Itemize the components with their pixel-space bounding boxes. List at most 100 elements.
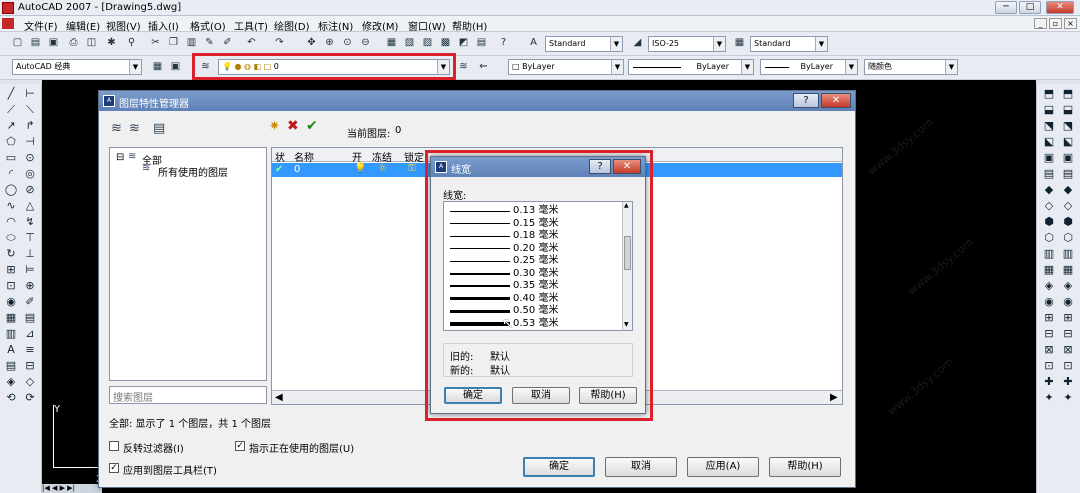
menu-file[interactable]: 文件(F) (24, 18, 58, 33)
scroll-thumb[interactable] (624, 236, 631, 270)
right-tool-2-19-icon[interactable]: ✚ (1060, 374, 1076, 390)
right-tool-1-4-icon[interactable]: ⬕ (1041, 134, 1057, 150)
lw-help-button[interactable]: 帮助(H) (579, 387, 637, 404)
sun-icon[interactable]: ☼ (378, 163, 387, 174)
arc-icon[interactable]: ◜ (3, 166, 19, 182)
delete-layer-icon[interactable]: ✖ (287, 118, 299, 134)
right-tool-1-3-icon[interactable]: ⬔ (1041, 118, 1057, 134)
modify-tool-20-icon[interactable]: ⟳ (22, 390, 38, 406)
right-tool-2-15-icon[interactable]: ⊞ (1060, 310, 1076, 326)
modify-tool-6-icon[interactable]: ◎ (22, 166, 38, 182)
table-style-combo[interactable]: Standard ▼ (750, 36, 828, 52)
layer-combo[interactable]: 💡 ● ◍ ◧ □ 0 ▼ (218, 59, 450, 75)
tool-palettes-icon[interactable]: ▨ (420, 35, 435, 50)
right-tool-2-16-icon[interactable]: ⊟ (1060, 326, 1076, 342)
hatch-icon[interactable]: ▦ (3, 310, 19, 326)
col-status[interactable]: 状 (275, 149, 285, 164)
lw-help-title-button[interactable]: ? (589, 159, 611, 174)
undo-icon[interactable]: ↶ (244, 35, 259, 50)
apply-toolbar-checkbox[interactable]: ✓ (109, 463, 119, 473)
color-combo[interactable]: □ ByLayer ▼ (508, 59, 624, 75)
help-icon[interactable]: ? (496, 35, 511, 50)
right-tool-1-13-icon[interactable]: ◈ (1041, 278, 1057, 294)
right-tool-2-12-icon[interactable]: ▦ (1060, 262, 1076, 278)
construction-line-icon[interactable]: ⟋ (3, 102, 19, 118)
copy-icon[interactable]: ❐ (166, 35, 181, 50)
calculator-icon[interactable]: ▤ (474, 35, 489, 50)
workspace-settings-icon[interactable]: ▦ (150, 59, 165, 74)
table-icon[interactable]: ▤ (3, 358, 19, 374)
right-tool-1-18-icon[interactable]: ⊡ (1041, 358, 1057, 374)
lineweight-item[interactable]: 0.40 毫米 (447, 293, 623, 306)
zoom-previous-icon[interactable]: ⊖ (358, 35, 373, 50)
right-tool-2-17-icon[interactable]: ⊠ (1060, 342, 1076, 358)
tree-used-layers[interactable]: 所有使用的图层 (158, 164, 228, 179)
help-title-button[interactable]: ? (793, 93, 819, 108)
pan-icon[interactable]: ✥ (304, 35, 319, 50)
lineweight-list-scrollbar[interactable]: ▲ ▼ (622, 202, 632, 330)
rectangle-icon[interactable]: ▭ (3, 150, 19, 166)
lineweight-item[interactable]: 0.35 毫米 (447, 280, 623, 293)
menu-format[interactable]: 格式(O) (190, 18, 226, 33)
lw-close-title-button[interactable]: ✕ (613, 159, 641, 174)
right-tool-2-11-icon[interactable]: ▥ (1060, 246, 1076, 262)
menu-dimension[interactable]: 标注(N) (318, 18, 353, 33)
menu-insert[interactable]: 插入(I) (148, 18, 179, 33)
ellipse-arc-icon[interactable]: ↻ (3, 246, 19, 262)
new-icon[interactable]: ▢ (10, 35, 25, 50)
layer-states-icon[interactable]: ▤ (153, 121, 165, 136)
lineweight-item[interactable]: 0.13 毫米 (447, 205, 623, 218)
properties-icon[interactable]: ▦ (384, 35, 399, 50)
right-tool-1-19-icon[interactable]: ✚ (1041, 374, 1057, 390)
layer-manager-title-bar[interactable]: A 图层特性管理器 ? ✕ (99, 91, 855, 111)
point-icon[interactable]: ◉ (3, 294, 19, 310)
menu-modify[interactable]: 修改(M) (362, 18, 398, 33)
lightbulb-icon[interactable]: 💡 (354, 163, 366, 174)
mdi-restore-button[interactable]: ▫ (1049, 18, 1062, 29)
col-lock[interactable]: 锁定 (404, 149, 424, 164)
modify-tool-2-icon[interactable]: ⟍ (22, 102, 38, 118)
line-icon[interactable]: ╱ (3, 86, 19, 102)
right-tool-1-12-icon[interactable]: ▦ (1041, 262, 1057, 278)
spline-icon[interactable]: ◠ (3, 214, 19, 230)
menu-help[interactable]: 帮助(H) (452, 18, 487, 33)
modify-tool-15-icon[interactable]: ▤ (22, 310, 38, 326)
lw-cancel-button[interactable]: 取消 (512, 387, 570, 404)
mdi-close-button[interactable]: × (1064, 18, 1077, 29)
right-tool-1-16-icon[interactable]: ⊟ (1041, 326, 1057, 342)
modify-tool-14-icon[interactable]: ✐ (22, 294, 38, 310)
new-filter-icon[interactable]: ≋ (111, 121, 122, 136)
modify-tool-1-icon[interactable]: ⊢ (22, 86, 38, 102)
search-layer-box[interactable]: 搜索图层 (109, 386, 267, 404)
markup-icon[interactable]: ◩ (456, 35, 471, 50)
autocad-app-icon[interactable] (2, 2, 14, 14)
right-tool-1-6-icon[interactable]: ▤ (1041, 166, 1057, 182)
invert-filter-checkbox[interactable] (109, 441, 119, 451)
lineweight-item[interactable]: 0.20 毫米 (447, 243, 623, 256)
right-tool-2-20-icon[interactable]: ✦ (1060, 390, 1076, 406)
new-layer-icon[interactable]: ✷ (269, 119, 280, 134)
right-tool-1-7-icon[interactable]: ◆ (1041, 182, 1057, 198)
mdi-minimize-button[interactable]: _ (1034, 18, 1047, 29)
modify-tool-19-icon[interactable]: ◇ (22, 374, 38, 390)
layer-cancel-button[interactable]: 取消 (605, 457, 677, 477)
tree-expand-icon[interactable]: ⊟ (116, 152, 124, 163)
modify-tool-7-icon[interactable]: ⊘ (22, 182, 38, 198)
menu-draw[interactable]: 绘图(D) (274, 18, 310, 33)
layout-tab-nav[interactable]: |◀ ◀ ▶ ▶| (42, 484, 102, 493)
right-tool-1-15-icon[interactable]: ⊞ (1041, 310, 1057, 326)
right-tool-1-1-icon[interactable]: ⬒ (1041, 86, 1057, 102)
paste-icon[interactable]: ▥ (184, 35, 199, 50)
layer-apply-button[interactable]: 应用(A) (687, 457, 759, 477)
modify-tool-9-icon[interactable]: ↯ (22, 214, 38, 230)
text-style-combo[interactable]: Standard ▼ (545, 36, 623, 52)
lineweight-item[interactable]: 0.53 毫米 (447, 318, 623, 331)
etransmit-icon[interactable]: ⚲ (124, 35, 139, 50)
scroll-right-icon[interactable]: ▶ (830, 392, 838, 403)
layer-help-button[interactable]: 帮助(H) (769, 457, 841, 477)
modify-tool-13-icon[interactable]: ⊕ (22, 278, 38, 294)
col-freeze[interactable]: 冻结 (372, 149, 392, 164)
modify-tool-12-icon[interactable]: ⊨ (22, 262, 38, 278)
lineweight-item[interactable]: 0.30 毫米 (447, 268, 623, 281)
modify-tool-4-icon[interactable]: ⊣ (22, 134, 38, 150)
